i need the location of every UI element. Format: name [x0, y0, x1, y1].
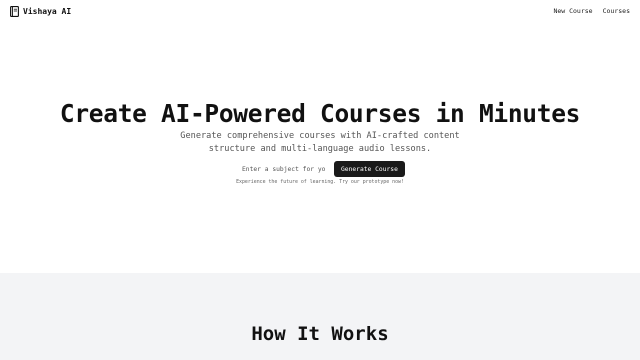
hero-title: Create AI-Powered Courses in Minutes: [59, 99, 581, 128]
top-navbar: Vishaya AI New Course Courses: [0, 0, 640, 24]
nav-courses[interactable]: Courses: [603, 7, 630, 16]
generate-course-button[interactable]: Generate Course: [334, 161, 405, 177]
top-nav: New Course Courses: [553, 7, 630, 16]
brand-name: Vishaya AI: [23, 7, 72, 16]
hero-subtitle: Generate comprehensive courses with AI-c…: [180, 131, 460, 154]
subject-input[interactable]: [238, 161, 329, 177]
generate-form: Generate Course: [238, 161, 405, 177]
prototype-note: Experience the future of learning. Try o…: [236, 179, 404, 185]
how-it-works-section: [0, 273, 640, 360]
book-icon: [10, 6, 19, 17]
nav-new-course[interactable]: New Course: [553, 7, 592, 16]
how-it-works-title: How It Works: [251, 323, 389, 345]
brand[interactable]: Vishaya AI: [10, 6, 71, 17]
